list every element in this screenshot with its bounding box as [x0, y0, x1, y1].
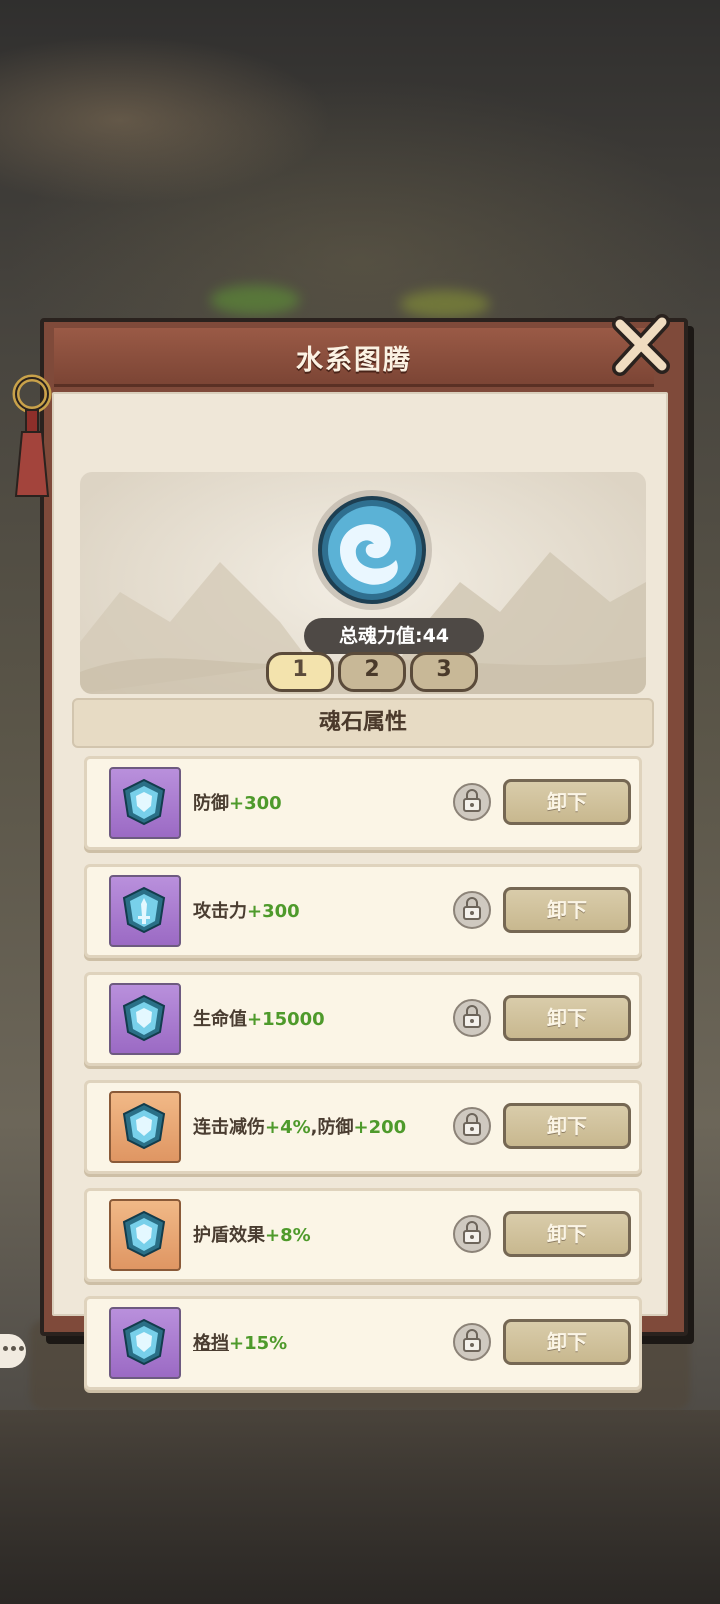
- unload-button[interactable]: 卸下: [503, 1319, 631, 1365]
- attribute-value: +15000: [247, 1009, 325, 1030]
- lock-icon[interactable]: [453, 1107, 491, 1145]
- soul-stone-row: 连击减伤+4%,防御+200 卸下: [84, 1080, 642, 1174]
- total-soul-power: 总魂力值:44: [304, 618, 484, 654]
- page-tab-2[interactable]: 2: [338, 652, 406, 692]
- unload-button[interactable]: 卸下: [503, 1211, 631, 1257]
- tassel-ornament-icon: [12, 374, 52, 497]
- attribute-name: 连击减伤: [193, 1117, 265, 1138]
- soul-stone-row: 格挡+15% 卸下: [84, 1296, 642, 1390]
- blurred-bottom-area: [0, 1410, 720, 1604]
- title-bar: 水系图腾: [54, 328, 654, 387]
- soul-stone-row: 攻击力+300 卸下: [84, 864, 642, 958]
- lock-icon[interactable]: [453, 891, 491, 929]
- close-x-icon[interactable]: [606, 310, 676, 380]
- attribute-name: 攻击力: [193, 901, 247, 922]
- water-swirl-emblem-icon: [312, 490, 432, 610]
- attribute-name: 防御: [193, 793, 229, 814]
- unload-button[interactable]: 卸下: [503, 995, 631, 1041]
- stone-attribute-text: 生命值+15000: [193, 1005, 325, 1031]
- attribute-value: +15%: [229, 1333, 288, 1354]
- soul-stone-list: 防御+300 卸下 攻击力+300 卸下 生命值+15000 卸下 连击减伤+4%,防御+2…: [84, 756, 642, 1404]
- soul-stone-row: 生命值+15000 卸下: [84, 972, 642, 1066]
- soul-stone-row: 护盾效果+8% 卸下: [84, 1188, 642, 1282]
- page-tab-1[interactable]: 1: [266, 652, 334, 692]
- lock-icon[interactable]: [453, 1215, 491, 1253]
- gem-slot[interactable]: [109, 983, 181, 1055]
- attribute-name: 生命值: [193, 1009, 247, 1030]
- attribute-value: +300: [247, 901, 300, 922]
- page-tab-3[interactable]: 3: [410, 652, 478, 692]
- stone-attribute-text: 连击减伤+4%,防御+200: [193, 1113, 406, 1139]
- section-title: 魂石属性: [72, 698, 654, 748]
- gem-slot[interactable]: [109, 1091, 181, 1163]
- attribute-value-2: +200: [353, 1117, 407, 1138]
- gem-slot[interactable]: [109, 875, 181, 947]
- gem-slot[interactable]: [109, 1199, 181, 1271]
- bg-green-blob: [210, 285, 300, 315]
- gem-slot[interactable]: [109, 1307, 181, 1379]
- bg-green-blob-2: [400, 290, 490, 318]
- stone-attribute-text: 护盾效果+8%: [193, 1221, 311, 1247]
- attribute-name: 护盾效果: [193, 1225, 265, 1246]
- page-tabs: 123: [266, 652, 478, 692]
- attribute-name: 格挡: [193, 1333, 229, 1354]
- attribute-name-2: ,防御: [310, 1117, 354, 1138]
- totem-dialog: 水系图腾 总魂力值:44 123 魂石属性 防御+300 卸下 攻击力+300 …: [12, 314, 688, 1390]
- attribute-value: +8%: [265, 1225, 311, 1246]
- attribute-value: +4%: [265, 1117, 311, 1138]
- unload-button[interactable]: 卸下: [503, 1103, 631, 1149]
- unload-button[interactable]: 卸下: [503, 887, 631, 933]
- lock-icon[interactable]: [453, 1323, 491, 1361]
- gem-slot[interactable]: [109, 767, 181, 839]
- stone-attribute-text: 攻击力+300: [193, 897, 300, 923]
- dialog-title: 水系图腾: [296, 345, 412, 376]
- lock-icon[interactable]: [453, 999, 491, 1037]
- dialog-body: 总魂力值:44 123 魂石属性 防御+300 卸下 攻击力+300 卸下 生命值+15…: [52, 392, 668, 1390]
- attribute-value: +300: [229, 793, 282, 814]
- stone-attribute-text: 防御+300: [193, 789, 282, 815]
- unload-button[interactable]: 卸下: [503, 779, 631, 825]
- lock-icon[interactable]: [453, 783, 491, 821]
- stone-attribute-text: 格挡+15%: [193, 1329, 287, 1355]
- soul-stone-row: 防御+300 卸下: [84, 756, 642, 850]
